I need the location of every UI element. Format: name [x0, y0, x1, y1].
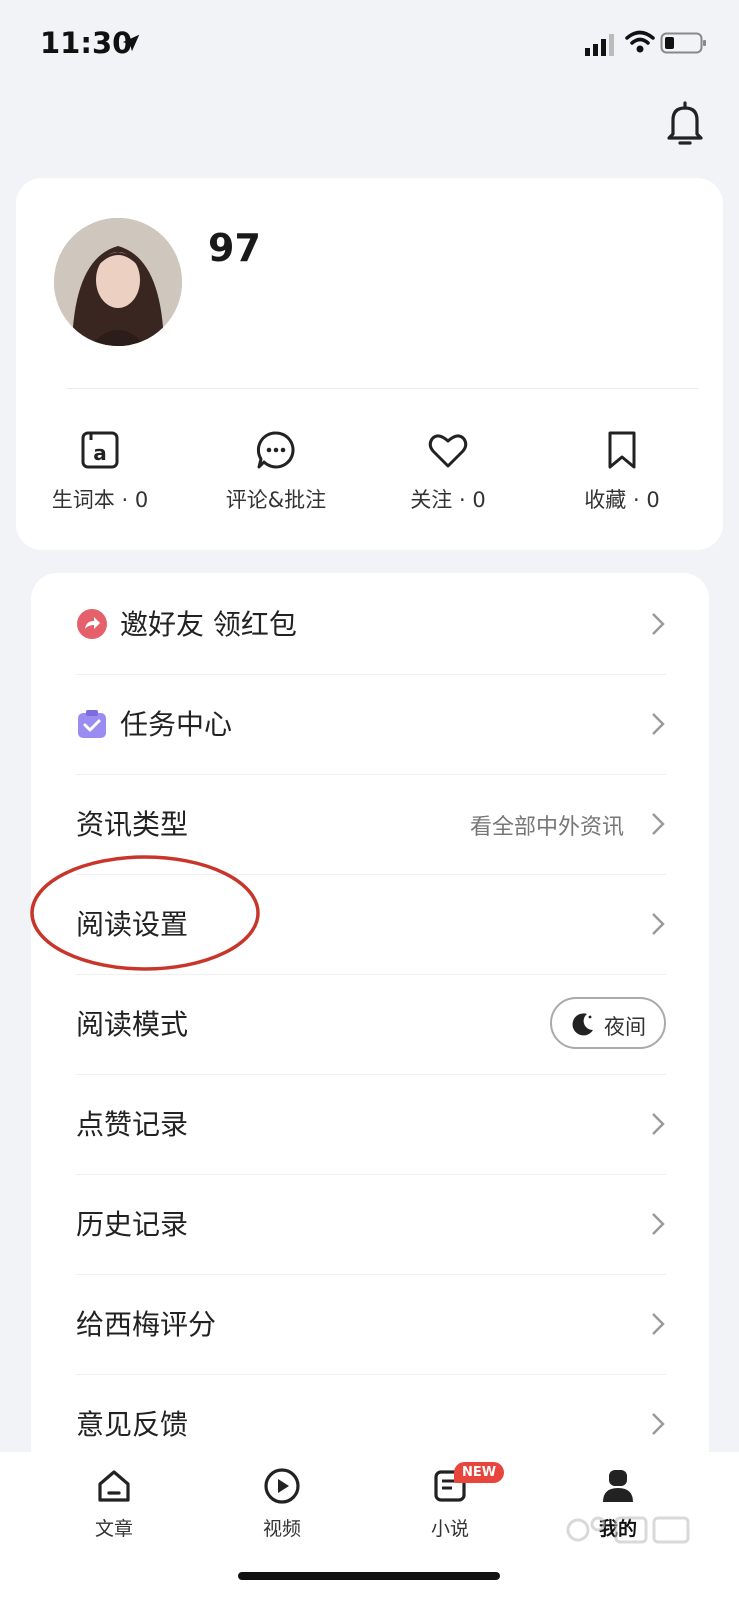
stat-label: 关注 · 0 [410, 488, 486, 512]
menu-item-label: 任务中心 [120, 708, 233, 741]
task-clipboard-icon [78, 710, 106, 738]
menu-item-value: 看全部中外资讯 [469, 815, 624, 840]
vocabulary-book-icon: a [81, 431, 119, 469]
baidu-watermark-icon [566, 1516, 690, 1544]
menu-item-label: 历史记录 [76, 1208, 189, 1241]
wifi-icon [625, 30, 655, 53]
menu-item-label: 阅读设置 [76, 908, 189, 941]
tab-novels[interactable]: NEW 小说 [390, 1462, 510, 1541]
menu-item-news-type[interactable]: 资讯类型 看全部中外资讯 [76, 773, 666, 875]
divider [66, 388, 698, 389]
cellular-signal-icon [585, 34, 614, 56]
chevron-right-icon [652, 1113, 665, 1135]
tab-label: 文章 [94, 1518, 133, 1540]
chevron-right-icon [652, 1413, 665, 1435]
tab-videos[interactable]: 视频 [222, 1466, 342, 1541]
stat-label: 收藏 · 0 [584, 488, 660, 512]
menu-item-reading-mode: 阅读模式 夜间 [76, 973, 666, 1075]
avatar-portrait-icon [54, 218, 182, 346]
avatar[interactable] [54, 218, 182, 346]
menu-item-like-history[interactable]: 点赞记录 [76, 1073, 666, 1175]
stat-vocabulary[interactable]: a 生词本 · 0 [20, 428, 180, 514]
tab-label: 视频 [262, 1518, 301, 1540]
new-badge: NEW [454, 1462, 505, 1483]
menu-item-label: 邀好友 领红包 [120, 608, 297, 641]
menu-item-rate-app[interactable]: 给西梅评分 [76, 1273, 666, 1375]
menu-item-label: 阅读模式 [76, 1008, 189, 1041]
stat-label: 评论&批注 [225, 488, 327, 512]
tab-label: 小说 [430, 1518, 469, 1540]
menu-item-label: 点赞记录 [76, 1108, 189, 1141]
heart-icon [428, 434, 468, 468]
night-mode-toggle[interactable]: 夜间 [550, 997, 666, 1049]
menu-item-history[interactable]: 历史记录 [76, 1173, 666, 1275]
notification-bell-icon[interactable] [663, 100, 707, 148]
status-time: 11:30 [40, 26, 133, 60]
menu-card: 邀好友 领红包 任务中心 资讯类型 看全部中外资讯 阅读设置 阅读模式 夜间 点… [31, 573, 709, 1473]
play-circle-icon [264, 1468, 300, 1504]
invite-share-icon [77, 609, 107, 639]
menu-item-label: 给西梅评分 [76, 1308, 217, 1341]
user-profile-icon [603, 1470, 633, 1502]
menu-item-task-center[interactable]: 任务中心 [76, 673, 666, 775]
chevron-right-icon [652, 913, 665, 935]
profile-card: 97 a 生词本 · 0 评论&批注 关注 · 0 收藏 · 0 [16, 178, 723, 550]
stat-label: 生词本 · 0 [51, 488, 149, 512]
comment-bubble-icon [256, 431, 295, 469]
stat-comments[interactable]: 评论&批注 [196, 428, 356, 514]
status-bar: 11:30 [0, 0, 739, 90]
chevron-right-icon [652, 1313, 665, 1335]
username[interactable]: 97 [208, 226, 261, 270]
stat-follow[interactable]: 关注 · 0 [368, 428, 528, 514]
chevron-right-icon [652, 713, 665, 735]
moon-icon [572, 1013, 593, 1036]
menu-item-reading-settings[interactable]: 阅读设置 [76, 873, 666, 975]
menu-item-invite-friends[interactable]: 邀好友 领红包 [76, 573, 666, 675]
stat-favorites[interactable]: 收藏 · 0 [542, 428, 702, 514]
battery-icon [660, 32, 706, 54]
chevron-right-icon [652, 813, 665, 835]
menu-item-label: 资讯类型 [76, 808, 189, 841]
night-mode-label: 夜间 [604, 1015, 646, 1039]
location-arrow-icon [122, 34, 140, 52]
home-indicator[interactable] [238, 1572, 500, 1580]
tab-articles[interactable]: 文章 [54, 1466, 174, 1541]
chevron-right-icon [652, 613, 665, 635]
menu-item-label: 意见反馈 [76, 1408, 189, 1441]
svg-text:a: a [93, 441, 107, 465]
bookmark-icon [608, 431, 636, 469]
home-icon [98, 1470, 130, 1502]
chevron-right-icon [652, 1213, 665, 1235]
